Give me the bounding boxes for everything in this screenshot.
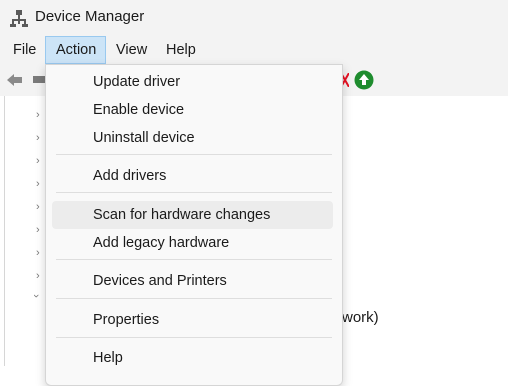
title-bar: Device Manager: [0, 0, 508, 36]
expand-chevron-icon[interactable]: ›: [36, 270, 40, 282]
menu-item-enable-device[interactable]: Enable device: [52, 96, 333, 124]
window-title: Device Manager: [35, 8, 145, 25]
menu-item-devices-and-printers[interactable]: Devices and Printers: [52, 267, 333, 295]
menu-separator: [56, 259, 332, 260]
expand-chevron-icon[interactable]: ›: [36, 132, 40, 144]
menu-separator: [56, 298, 332, 299]
device-manager-app-icon: [10, 10, 28, 27]
menu-action[interactable]: Action: [45, 36, 106, 64]
tree-border: [4, 96, 5, 366]
expand-chevron-icon[interactable]: ›: [36, 201, 40, 213]
expand-chevron-icon[interactable]: ›: [36, 109, 40, 121]
menu-help[interactable]: Help: [160, 36, 202, 64]
menu-item-properties[interactable]: Properties: [52, 306, 333, 334]
device-icon[interactable]: [33, 75, 45, 85]
update-driver-icon[interactable]: [354, 70, 374, 90]
expand-chevron-icon[interactable]: ›: [36, 224, 40, 236]
expand-chevron-icon[interactable]: ›: [36, 178, 40, 190]
back-arrow-icon[interactable]: [6, 72, 24, 88]
menu-separator: [56, 154, 332, 155]
menu-item-add-legacy-hardware[interactable]: Add legacy hardware: [52, 229, 333, 257]
collapse-chevron-icon[interactable]: ›: [30, 294, 42, 298]
menu-view[interactable]: View: [110, 36, 153, 64]
menu-bar: File Action View Help: [0, 36, 508, 64]
expand-chevron-icon[interactable]: ›: [36, 247, 40, 259]
menu-item-update-driver[interactable]: Update driver: [52, 68, 333, 96]
menu-item-scan-hardware[interactable]: Scan for hardware changes: [52, 201, 333, 229]
menu-item-help[interactable]: Help: [52, 344, 333, 372]
menu-separator: [56, 337, 332, 338]
expand-chevron-icon[interactable]: ›: [36, 155, 40, 167]
tree-node-label[interactable]: work): [342, 309, 379, 326]
action-menu: Update driver Enable device Uninstall de…: [45, 64, 343, 386]
menu-item-add-drivers[interactable]: Add drivers: [52, 162, 333, 190]
menu-item-uninstall-device[interactable]: Uninstall device: [52, 124, 333, 152]
menu-file[interactable]: File: [7, 36, 42, 64]
menu-separator: [56, 192, 332, 193]
